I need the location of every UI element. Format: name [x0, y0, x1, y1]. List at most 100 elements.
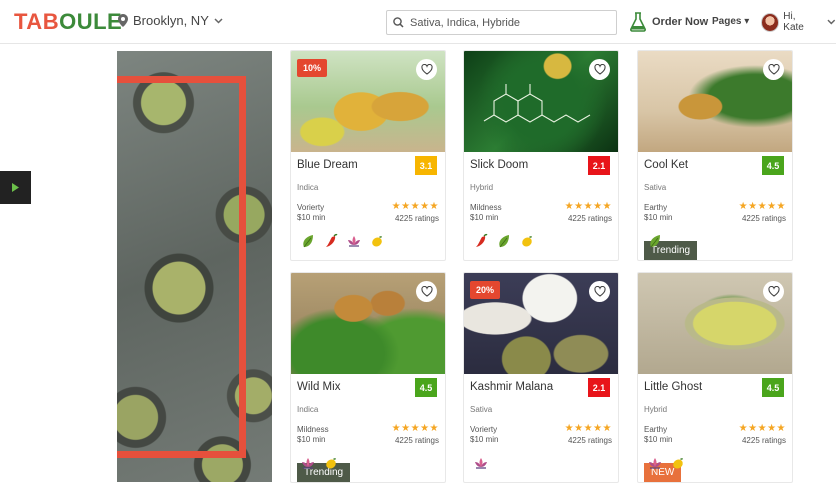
rating-badge: 2.1 — [588, 156, 610, 175]
effect-icons — [473, 455, 489, 471]
effect-icons — [300, 455, 339, 471]
lemon-icon — [326, 458, 336, 469]
product-name[interactable]: Blue Dream — [297, 159, 358, 171]
flask-icon — [630, 12, 646, 32]
rating-badge: 3.1 — [415, 156, 437, 175]
lotus-icon — [649, 458, 661, 469]
ratings-count: 4225 ratings — [741, 436, 786, 445]
product-name[interactable]: Little Ghost — [644, 381, 702, 393]
favorite-button[interactable] — [763, 59, 784, 80]
rating-badge: 4.5 — [415, 378, 437, 397]
order-now-button[interactable]: Order Now — [630, 12, 708, 32]
favorite-button[interactable] — [416, 59, 437, 80]
favorite-button[interactable] — [589, 281, 610, 302]
effect-icons — [300, 233, 385, 249]
product-type: Indica — [297, 183, 319, 192]
rating-badge: 4.5 — [762, 378, 784, 397]
hero-banner-image — [117, 51, 272, 482]
product-name[interactable]: Wild Mix — [297, 381, 340, 393]
product-name[interactable]: Kashmir Malana — [470, 381, 553, 393]
lemon-icon — [372, 236, 382, 247]
product-card[interactable]: 10% Blue Dream 3.1 Indica Vorierty $10 m… — [290, 50, 446, 261]
product-attribute: Earthy — [644, 203, 668, 212]
ratings-count: 4225 ratings — [394, 214, 439, 223]
search-input[interactable] — [410, 16, 600, 29]
heart-icon — [767, 286, 780, 297]
product-min-price: $10 min — [297, 435, 326, 444]
product-name[interactable]: Slick Doom — [470, 159, 528, 171]
product-attribute: Mildness — [470, 203, 502, 212]
ratings-count: 4225 ratings — [741, 214, 786, 223]
product-type: Hybrid — [470, 183, 494, 192]
pages-label: Pages — [712, 16, 742, 27]
search-box[interactable] — [386, 10, 617, 35]
star-rating: ★★★★★ — [738, 201, 786, 212]
product-card[interactable]: Slick Doom 2.1 Hybrid Mildness $10 min ★… — [463, 50, 619, 261]
heart-icon — [593, 64, 606, 75]
star-rating: ★★★★★ — [564, 423, 612, 434]
star-rating: ★★★★★ — [564, 201, 612, 212]
discount-badge: 10% — [297, 59, 328, 77]
caret-down-icon: ▾ — [744, 16, 750, 27]
star-rating: ★★★★★ — [738, 423, 786, 434]
favorite-button[interactable] — [763, 281, 784, 302]
star-rating: ★★★★★ — [391, 423, 439, 434]
product-type: Sativa — [470, 405, 493, 414]
pages-menu[interactable]: Pages ▾ — [712, 16, 749, 27]
heart-icon — [420, 286, 433, 297]
favorite-button[interactable] — [416, 281, 437, 302]
lotus-icon — [348, 236, 360, 247]
product-type: Indica — [297, 405, 319, 414]
heart-icon — [593, 286, 606, 297]
search-icon — [393, 17, 404, 28]
leaf-icon — [303, 235, 313, 248]
product-card[interactable]: Trending Wild Mix 4.5 Indica Mildness $1… — [290, 272, 446, 483]
favorite-button[interactable] — [589, 59, 610, 80]
lotus-icon — [475, 458, 487, 469]
chili-icon — [326, 233, 338, 247]
ratings-count: 4225 ratings — [567, 214, 612, 223]
hero-frame-decoration — [117, 76, 246, 458]
product-type: Sativa — [644, 183, 667, 192]
top-header: TABOULE Brooklyn, NY Order Now Pages ▾ H… — [0, 0, 836, 44]
greeting-label: Hi, Kate — [783, 11, 804, 33]
product-card[interactable]: Trending Cool Ket 4.5 Sativa Earthy $10 … — [637, 50, 793, 261]
product-attribute: Mildness — [297, 425, 329, 434]
product-min-price: $10 min — [644, 213, 673, 222]
effect-icons — [647, 455, 686, 471]
play-arrow-icon — [12, 183, 19, 192]
product-card[interactable]: 20% Kashmir Malana 2.1 Sativa Vorierty $… — [463, 272, 619, 483]
location-pin-icon — [118, 14, 128, 27]
lemon-icon — [522, 236, 532, 247]
product-attribute: Vorierty — [470, 425, 498, 434]
user-menu[interactable]: Hi, Kate — [761, 11, 836, 33]
product-type: Hybrid — [644, 405, 668, 414]
logo[interactable]: TABOULE — [14, 9, 122, 35]
product-min-price: $10 min — [470, 435, 499, 444]
location-selector[interactable]: Brooklyn, NY — [118, 13, 223, 28]
lemon-icon — [673, 458, 683, 469]
leaf-icon — [499, 235, 509, 248]
product-name[interactable]: Cool Ket — [644, 159, 688, 171]
product-attribute: Vorierty — [297, 203, 325, 212]
side-panel-toggle[interactable] — [0, 171, 31, 204]
lotus-icon — [302, 458, 314, 469]
leaf-icon — [650, 235, 660, 248]
avatar — [761, 12, 780, 32]
product-attribute: Earthy — [644, 425, 668, 434]
discount-badge: 20% — [470, 281, 501, 299]
product-min-price: $10 min — [470, 213, 499, 222]
product-min-price: $10 min — [644, 435, 673, 444]
rating-badge: 4.5 — [762, 156, 784, 175]
product-card[interactable]: NEW Little Ghost 4.5 Hybrid Earthy $10 m… — [637, 272, 793, 483]
chevron-down-icon — [827, 19, 836, 25]
chili-icon — [476, 233, 488, 247]
heart-icon — [767, 64, 780, 75]
ratings-count: 4225 ratings — [567, 436, 612, 445]
heart-icon — [420, 64, 433, 75]
product-min-price: $10 min — [297, 213, 326, 222]
ratings-count: 4225 ratings — [394, 436, 439, 445]
effect-icons — [647, 233, 663, 249]
star-rating: ★★★★★ — [391, 201, 439, 212]
order-now-label: Order Now — [652, 16, 709, 28]
